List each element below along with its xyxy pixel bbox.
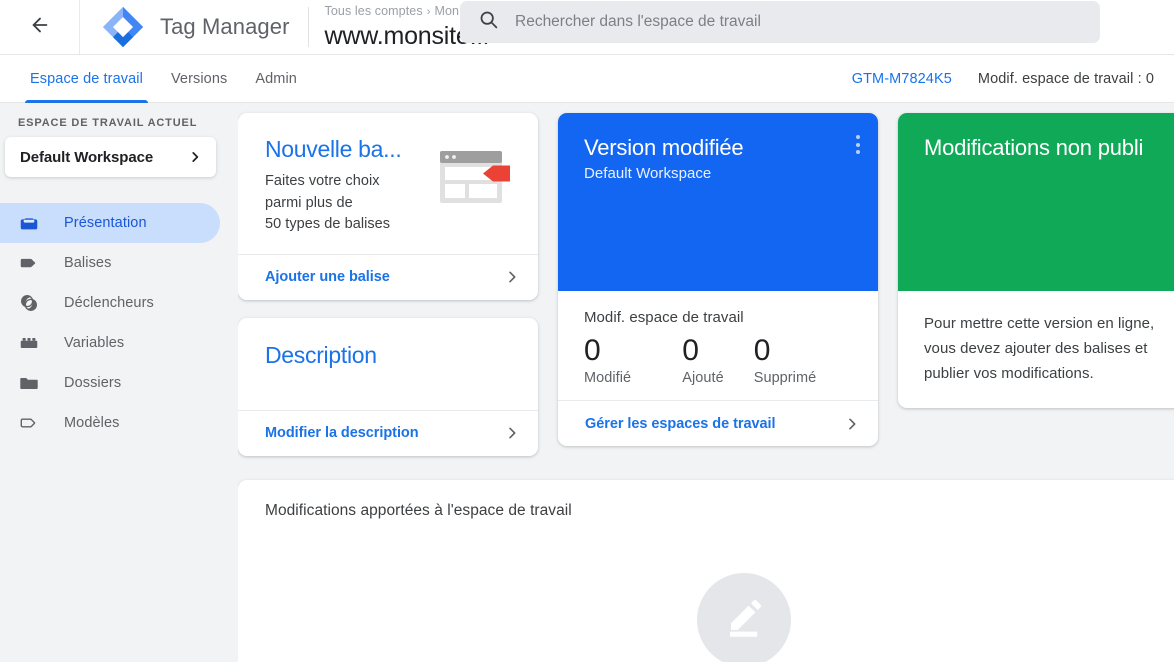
stat-caption: Modifié	[584, 370, 632, 386]
new-tag-card-body: Nouvelle ba... Faites votre choix parmi …	[238, 113, 538, 254]
browser-window-with-red-tag-icon	[434, 135, 514, 236]
chevron-right-icon	[504, 269, 520, 285]
stat-modifie: 0 Modifié	[584, 332, 682, 386]
version-title: Version modifiée	[584, 135, 744, 160]
primary-tab-bar: Espace de travail Versions Admin GTM-M78…	[0, 55, 1174, 103]
workspace-name: Default Workspace	[20, 148, 154, 166]
tag-filled-icon	[18, 252, 40, 274]
unpublished-text-line-3: publier vos modifications.	[924, 365, 1094, 382]
stat-value: 0	[753, 334, 771, 367]
sidebar-item-label: Déclencheurs	[64, 295, 154, 311]
main-content: Nouvelle ba... Faites votre choix parmi …	[238, 103, 1174, 662]
tab-label: Espace de travail	[30, 70, 143, 87]
breadcrumb-account: Tous les comptes	[324, 3, 423, 18]
stat-value: 0	[682, 334, 699, 367]
add-tag-label: Ajouter une balise	[265, 269, 390, 285]
product-name: Tag Manager	[160, 14, 290, 39]
unpublished-changes-card: Modifications non publi Pour mettre cett…	[898, 113, 1174, 408]
unpublished-text-line-2: vous devez ajouter des balises et	[924, 340, 1148, 357]
sidebar-item-label: Balises	[64, 255, 112, 271]
new-tag-card: Nouvelle ba... Faites votre choix parmi …	[238, 113, 538, 300]
unpublished-card-header: Modifications non publi	[898, 113, 1174, 291]
edit-pencil-icon	[720, 593, 768, 646]
sidebar-nav: Présentation Balises Déclencheurs Variab…	[0, 203, 238, 443]
tab-label: Versions	[170, 70, 228, 87]
chevron-right-icon	[844, 416, 860, 432]
unpublished-title: Modifications non publi	[924, 135, 1144, 160]
version-card-header[interactable]: Version modifiée Default Workspace	[558, 113, 878, 291]
chevron-right-icon	[504, 425, 520, 441]
sidebar-item-label: Modèles	[64, 415, 120, 431]
manage-workspaces-button[interactable]: Gérer les espaces de travail	[558, 400, 878, 446]
breadcrumb-separator: ›	[426, 5, 431, 18]
stat-value: 0	[584, 334, 601, 367]
template-tag-outline-icon	[18, 412, 40, 434]
tab-admin[interactable]: Admin	[241, 55, 311, 103]
cards-column-left: Nouvelle ba... Faites votre choix parmi …	[238, 113, 538, 456]
variables-brick-icon	[18, 332, 40, 354]
stat-caption: Supprimé	[753, 370, 817, 386]
back-arrow-icon	[29, 14, 51, 41]
tab-list: Espace de travail Versions Admin	[0, 55, 311, 103]
description-card-body: Description	[238, 318, 538, 410]
workspace-changes-panel: Modifications apportées à l'espace de tr…	[238, 479, 1174, 662]
tab-versions[interactable]: Versions	[157, 55, 241, 103]
manage-workspaces-label: Gérer les espaces de travail	[585, 415, 776, 432]
sidebar: ESPACE DE TRAVAIL ACTUEL Default Workspa…	[0, 103, 238, 662]
sidebar-item-declencheurs[interactable]: Déclencheurs	[0, 283, 220, 323]
description-card: Description Modifier la description	[238, 317, 538, 456]
edit-description-button[interactable]: Modifier la description	[238, 409, 538, 456]
tag-manager-logo-icon	[100, 4, 146, 50]
sidebar-item-presentation[interactable]: Présentation	[0, 203, 220, 243]
folder-icon	[18, 372, 40, 394]
brand-block[interactable]: Tag Manager	[80, 0, 290, 54]
new-tag-subtitle: Faites votre choix parmi plus de 50 type…	[265, 171, 426, 236]
sidebar-section-label: ESPACE DE TRAVAIL ACTUEL	[18, 117, 198, 129]
cards-column-middle: Version modifiée Default Workspace Modif…	[558, 113, 878, 456]
workspace-stats-label: Modif. espace de travail	[584, 309, 744, 326]
new-tag-title: Nouvelle ba...	[265, 136, 402, 162]
unpublished-text-line-1: Pour mettre cette version en ligne,	[924, 315, 1155, 332]
new-tag-subtitle-line-2: parmi plus de	[265, 194, 353, 211]
empty-state-illustration	[697, 572, 791, 662]
edit-description-label: Modifier la description	[265, 425, 419, 441]
sidebar-item-modeles[interactable]: Modèles	[0, 403, 220, 443]
stat-caption: Ajouté	[682, 370, 724, 386]
tab-espace-de-travail[interactable]: Espace de travail	[16, 55, 157, 103]
sidebar-item-label: Variables	[64, 335, 125, 351]
version-card: Version modifiée Default Workspace Modif…	[558, 113, 878, 446]
sidebar-item-dossiers[interactable]: Dossiers	[0, 363, 220, 403]
more-vert-icon[interactable]	[851, 130, 865, 159]
new-tag-subtitle-line-1: Faites votre choix	[265, 173, 380, 189]
workspace-stats: Modif. espace de travail 0 Modifié 0 Ajo…	[558, 291, 878, 400]
workspace-changes-count: Modif. espace de travail : 0	[977, 70, 1154, 87]
tab-bar-right: GTM-M7824K5 Modif. espace de travail : 0	[852, 71, 1174, 87]
tab-label: Admin	[255, 70, 297, 87]
sidebar-item-variables[interactable]: Variables	[0, 323, 220, 363]
cards-column-right: Modifications non publi Pour mettre cett…	[898, 113, 1174, 456]
workspace-changes-title: Modifications apportées à l'espace de tr…	[265, 501, 572, 519]
search-bar[interactable]	[460, 1, 1100, 43]
sidebar-item-balises[interactable]: Balises	[0, 243, 220, 283]
search-icon	[478, 9, 499, 35]
gtm-container-id[interactable]: GTM-M7824K5	[852, 71, 952, 87]
trigger-circle-icon	[18, 292, 40, 314]
overview-box-icon	[18, 212, 40, 234]
workspace-selector[interactable]: Default Workspace	[5, 137, 216, 177]
version-subtitle: Default Workspace	[584, 165, 712, 182]
sidebar-item-label: Présentation	[64, 215, 147, 231]
page-body: ESPACE DE TRAVAIL ACTUEL Default Workspa…	[0, 103, 1174, 662]
stat-supprime: 0 Supprimé	[754, 332, 852, 386]
add-tag-button[interactable]: Ajouter une balise	[238, 253, 538, 300]
search-input[interactable]	[515, 13, 1082, 31]
new-tag-subtitle-line-3: 50 types de balises	[265, 216, 391, 232]
unpublished-card-body: Pour mettre cette version en ligne, vous…	[898, 291, 1174, 408]
back-button[interactable]	[0, 0, 80, 54]
description-title: Description	[265, 341, 377, 368]
top-app-bar: Tag Manager Tous les comptes›Mon entrepr…	[0, 0, 1174, 55]
sidebar-item-label: Dossiers	[64, 375, 122, 391]
chevron-right-icon	[188, 150, 202, 164]
overview-cards-row: Nouvelle ba... Faites votre choix parmi …	[238, 113, 1174, 456]
stat-ajoute: 0 Ajouté	[682, 332, 753, 386]
